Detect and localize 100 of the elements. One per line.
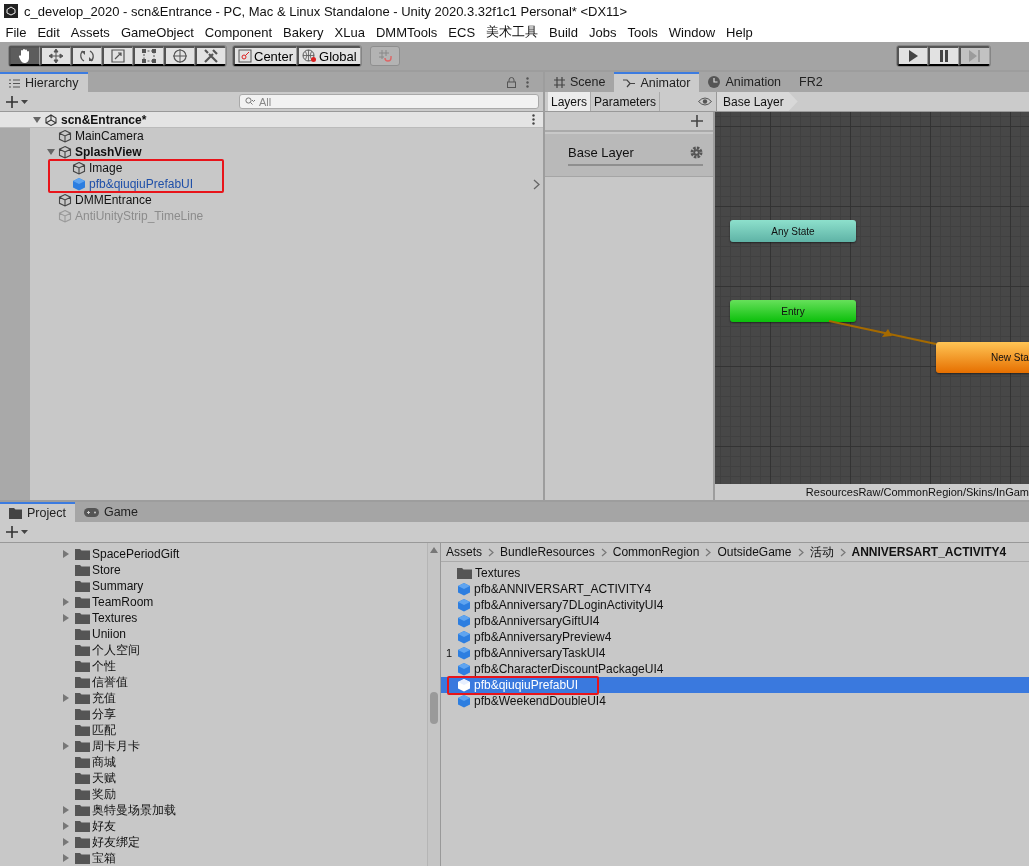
menu-item[interactable]: ECS [442,24,481,40]
folder-item[interactable]: 商城 [92,753,116,771]
add-dropdown-icon[interactable] [6,525,30,539]
folder-item[interactable]: 宝箱 [92,849,116,866]
menu-item[interactable]: Component [199,24,278,40]
add-icon[interactable] [691,115,703,127]
space-button[interactable]: Global [297,46,361,66]
panel-tab[interactable]: Scene [545,72,615,92]
asset-item[interactable]: pfb&WeekendDoubleUI4 [441,693,1029,709]
collapsed-arrow-icon[interactable] [61,741,71,751]
breadcrumb-item[interactable]: Assets [446,545,482,559]
breadcrumb-item[interactable]: OutsideGame [717,545,792,559]
folder-item[interactable]: 分享 [92,705,116,723]
menu-item[interactable]: Build [543,24,584,40]
play-button[interactable] [897,46,928,66]
menu-item[interactable]: Tools [621,24,664,40]
hierarchy-item[interactable]: SplashView [75,145,142,159]
tool-button[interactable] [9,46,40,66]
asset-item[interactable]: pfb&qiuqiuPrefabUI [441,677,1029,693]
lock-icon[interactable] [507,76,516,88]
menu-item[interactable]: Edit [31,24,66,40]
layer-item[interactable]: Base Layer [545,134,713,177]
menu-item[interactable]: 美术工具 [480,23,544,41]
folder-item[interactable]: 好友绑定 [92,833,140,851]
tool-button[interactable] [71,46,102,66]
folder-item[interactable]: 信誉值 [92,673,128,691]
collapsed-arrow-icon[interactable] [61,693,71,703]
folder-item[interactable]: 奥特曼场景加载 [92,801,176,819]
collapsed-arrow-icon[interactable] [61,821,71,831]
breadcrumb-item[interactable]: BundleResources [500,545,595,559]
add-dropdown-icon[interactable] [6,94,30,109]
more-options-icon[interactable] [532,114,535,125]
tool-button[interactable] [133,46,164,66]
menu-item[interactable]: Jobs [583,24,622,40]
folder-item[interactable]: Textures [92,611,138,625]
collapsed-arrow-icon[interactable] [61,853,71,863]
folder-item[interactable]: 个性 [92,657,116,675]
state-node[interactable]: Any State [730,220,856,242]
folder-item[interactable]: 好友 [92,817,116,835]
panel-tab[interactable]: Animation [699,72,791,92]
scroll-up-icon[interactable] [430,547,438,553]
menu-item[interactable]: Help [720,24,759,40]
chevron-right-icon[interactable] [533,178,540,190]
folder-item[interactable]: SpacePeriodGift [92,547,180,561]
menu-item[interactable]: File [0,24,32,40]
folder-item[interactable]: 奖励 [92,785,116,803]
panel-tab[interactable]: FR2 [790,72,832,92]
folder-item[interactable]: Uniion [92,627,127,641]
sub-tab[interactable]: Parameters [591,92,661,111]
menu-item[interactable]: XLua [329,24,371,40]
folder-item[interactable]: 个人空间 [92,641,140,659]
sub-tab[interactable]: Layers [548,92,592,111]
settings-icon[interactable] [690,145,703,159]
tool-button[interactable] [195,46,226,66]
hierarchy-item[interactable]: MainCamera [75,129,144,143]
scene-name[interactable]: scn&Entrance* [61,112,147,127]
collapsed-arrow-icon[interactable] [61,805,71,815]
folder-item[interactable]: TeamRoom [92,595,154,609]
hierarchy-item[interactable]: Image [89,161,123,175]
panel-tab[interactable]: Project [0,502,75,522]
eye-icon[interactable] [698,97,712,106]
tool-button[interactable] [164,46,195,66]
collapsed-arrow-icon[interactable] [61,613,71,623]
panel-tab[interactable]: Animator [614,72,700,92]
folder-item[interactable]: 充值 [92,689,116,707]
folder-item[interactable]: Store [92,563,121,577]
state-node[interactable]: Entry [730,300,856,322]
menu-item[interactable]: Assets [65,24,116,40]
folder-item[interactable]: Summary [92,579,144,593]
breadcrumb-item[interactable]: ANNIVERSART_ACTIVITY4 [851,545,1007,559]
breadcrumb-item[interactable]: 活动 [809,543,834,561]
collapsed-arrow-icon[interactable] [61,549,71,559]
menu-item[interactable]: DMMTools [370,24,443,40]
tool-button[interactable] [40,46,71,66]
menu-item[interactable]: GameObject [115,24,200,40]
asset-item[interactable]: pfb&ANNIVERSART_ACTIVITY4 [441,581,1029,597]
collapsed-arrow-icon[interactable] [61,597,71,607]
hierarchy-item[interactable]: pfb&qiuqiuPrefabUI [89,177,194,191]
hierarchy-item[interactable]: DMMEntrance [75,193,152,207]
asset-item[interactable]: pfb&AnniversaryGiftUI4 [441,613,1029,629]
pivot-button[interactable]: Center [233,46,298,66]
collapsed-arrow-icon[interactable] [61,837,71,847]
asset-item[interactable]: Textures [441,565,1029,581]
scrollbar-thumb[interactable] [430,692,438,724]
pause-button[interactable] [928,46,959,66]
state-node[interactable]: New Sta [936,342,1029,373]
asset-item[interactable]: 1 pfb&AnniversaryTaskUI4 [441,645,1029,661]
folder-item[interactable]: 天赋 [92,769,116,787]
hierarchy-tab[interactable]: Hierarchy [0,72,88,92]
asset-item[interactable]: pfb&AnniversaryPreview4 [441,629,1029,645]
panel-tab[interactable]: Game [74,502,147,522]
asset-item[interactable]: pfb&Anniversary7DLoginActivityUI4 [441,597,1029,613]
search-field[interactable]: All [239,94,539,109]
expanded-arrow-icon[interactable] [46,147,56,157]
menu-item[interactable]: Bakery [277,24,330,40]
expanded-arrow-icon[interactable] [32,114,42,125]
breadcrumb-item[interactable]: Base Layer [717,92,798,111]
tool-button[interactable] [102,46,133,66]
folder-item[interactable]: 匹配 [92,721,116,739]
breadcrumb-item[interactable]: CommonRegion [612,545,700,559]
